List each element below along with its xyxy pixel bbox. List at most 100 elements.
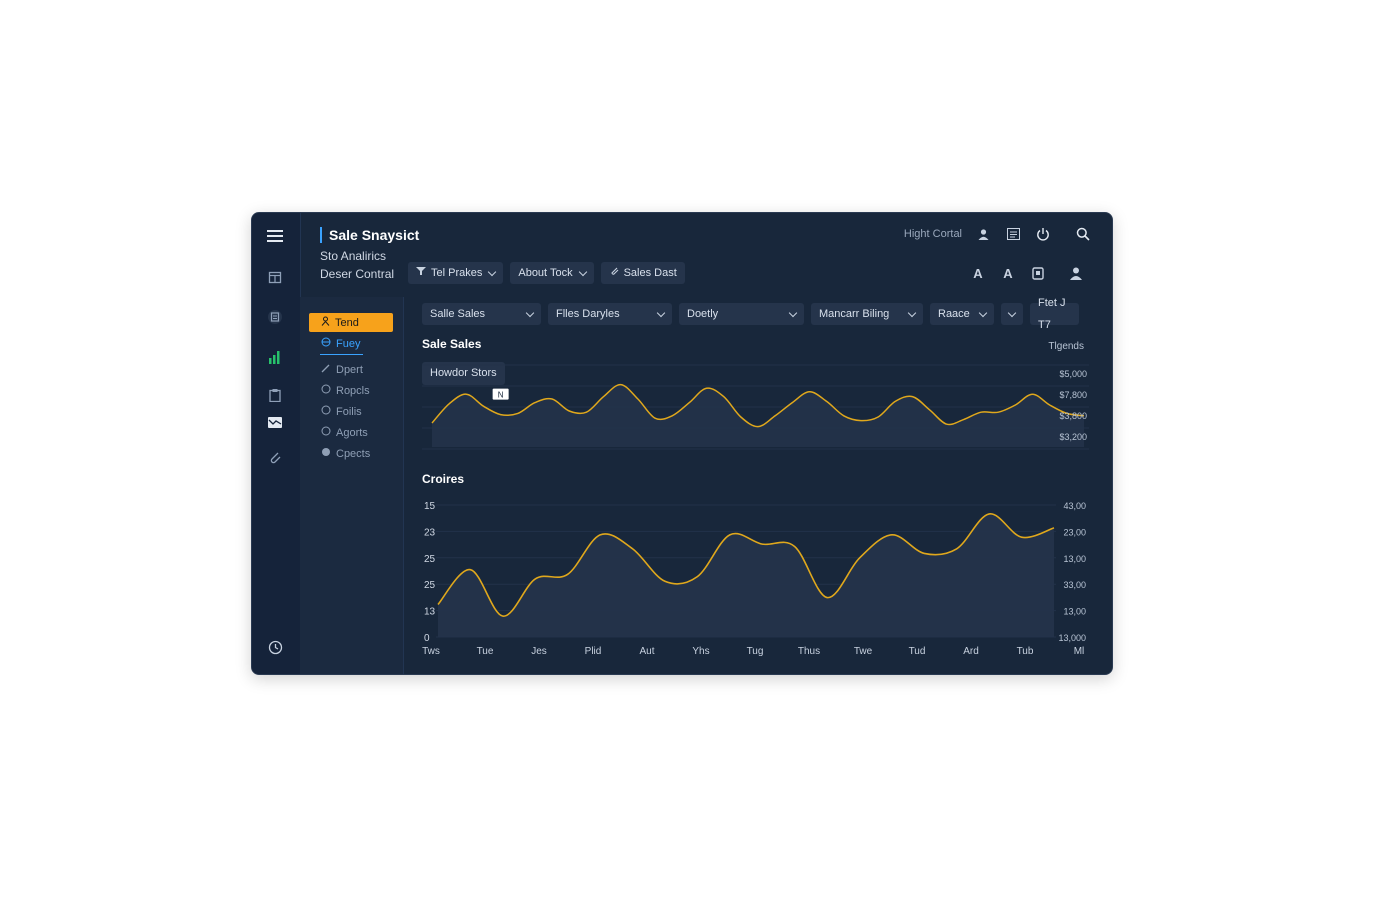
- chart-title-croires: Croires: [422, 472, 465, 486]
- nav-label: Fuey: [336, 337, 361, 350]
- y-tick-label-left: 25: [424, 580, 436, 591]
- y-tick-label-right: 13,000: [1058, 633, 1086, 643]
- x-tick-label: Jes: [531, 646, 547, 657]
- filter-select-mancarr-biling[interactable]: Mancarr Biling: [811, 303, 923, 325]
- nav-item-ropcls[interactable]: Ropcls: [309, 381, 393, 400]
- bar-chart-icon[interactable]: [264, 346, 286, 368]
- filter-select-raace[interactable]: Raace: [930, 303, 994, 325]
- header: Sale Snaysict Sto Analirics Deser Contra…: [300, 213, 1112, 297]
- user-icon: [321, 316, 330, 329]
- nav-label: Agorts: [336, 426, 368, 439]
- document-icon[interactable]: [264, 306, 286, 328]
- select-value: Raace: [938, 308, 970, 320]
- side-navigation: Tend Fuey Dpert Ropcls Foilis Agorts Cpe…: [300, 297, 404, 674]
- y-tick-label-left: 0: [424, 633, 430, 644]
- about-tock-dropdown[interactable]: About Tock: [510, 262, 594, 284]
- high-contrast-toggle[interactable]: Hight Cortal: [904, 228, 962, 240]
- header-right-controls: Hight Cortal: [904, 225, 1092, 243]
- y-tick-label-left: 13: [424, 607, 436, 618]
- nav-label: Cpects: [336, 447, 371, 460]
- x-tick-label: Tub: [1017, 646, 1034, 657]
- box-icon[interactable]: [264, 266, 286, 288]
- x-tick-label: Yhs: [692, 646, 709, 657]
- header-button-group: Tel Prakes About Tock Sales Dast: [408, 262, 685, 284]
- nav-label: Dpert: [336, 363, 363, 376]
- nav-label: Ropcls: [336, 384, 370, 397]
- menu-icon[interactable]: [264, 225, 286, 247]
- croires-chart: 15 23 25 25 13 0 43,00 23,00 13,00 33,00 13,00 13,0…: [422, 501, 1086, 657]
- x-tick-label: Tws: [422, 646, 440, 657]
- filter-date-button[interactable]: Ftet J T7: [1030, 297, 1079, 331]
- clock-icon[interactable]: [264, 636, 286, 658]
- nav-item-cpects[interactable]: Cpects: [309, 444, 393, 463]
- globe-icon: [321, 337, 331, 350]
- paperclip-icon[interactable]: [264, 446, 286, 468]
- select-value: Mancarr Biling: [819, 308, 890, 320]
- nav-item-dpert[interactable]: Dpert: [309, 360, 393, 379]
- chevron-down-icon: [788, 308, 798, 317]
- nav-label: Tend: [335, 316, 359, 329]
- user-icon[interactable]: [974, 225, 992, 243]
- profile-icon[interactable]: [1068, 264, 1084, 282]
- filter-select-salle-sales[interactable]: Salle Sales: [422, 303, 541, 325]
- x-tick-label: Tue: [477, 646, 494, 657]
- main-content: Salle Sales Flles Daryles Doetly Mancarr…: [404, 297, 1112, 674]
- x-tick-label: Twe: [854, 646, 873, 657]
- filter-select-flles-daryles[interactable]: Flles Daryles: [548, 303, 672, 325]
- chart-title-sale-sales: Sale Sales: [422, 337, 482, 351]
- chevron-down-icon: [907, 308, 917, 317]
- nav-item-agorts[interactable]: Agorts: [309, 423, 393, 442]
- y-tick-label: $3,200: [1059, 432, 1087, 442]
- filter-icon: [416, 262, 426, 284]
- select-value: Ftet J T7: [1038, 297, 1066, 331]
- app-window: Sale Snaysict Sto Analirics Deser Contra…: [251, 212, 1113, 675]
- power-icon[interactable]: [1034, 225, 1052, 243]
- nav-item-fuey[interactable]: Fuey: [309, 334, 393, 353]
- data-marker-label: N: [498, 391, 504, 400]
- app-title: Sale Snaysict: [320, 227, 419, 243]
- sales-dast-button[interactable]: Sales Dast: [600, 262, 685, 284]
- button-label: Sales Dast: [623, 267, 677, 279]
- chevron-down-icon: [656, 308, 666, 317]
- croires-area-fill: [438, 513, 1054, 637]
- font-size-small[interactable]: A: [970, 264, 986, 282]
- y-tick-label-right: 43,00: [1063, 501, 1086, 511]
- sale-sales-area-fill: [432, 384, 1084, 447]
- link-icon: [609, 262, 619, 284]
- icon-rail: [252, 213, 301, 674]
- app-subtitle-secondary: Deser Contral: [320, 267, 395, 281]
- select-value: Flles Daryles: [556, 308, 620, 320]
- y-tick-label-right: 13,00: [1063, 554, 1086, 564]
- mail-icon[interactable]: [264, 411, 286, 433]
- nav-selected-underline: [320, 354, 363, 355]
- x-tick-label: Ml: [1074, 646, 1085, 657]
- y-tick-label: $3,800: [1059, 411, 1087, 421]
- button-label: About Tock: [518, 267, 573, 279]
- x-tick-label: Aut: [639, 646, 654, 657]
- list-icon[interactable]: [1004, 225, 1022, 243]
- nav-label: Foilis: [336, 405, 362, 418]
- shield-icon[interactable]: [1030, 264, 1046, 282]
- filter-select-doetly[interactable]: Doetly: [679, 303, 804, 325]
- y-tick-label: $5,000: [1059, 369, 1087, 379]
- font-size-large[interactable]: A: [1000, 264, 1016, 282]
- chart-legend-label: Tlgends: [1048, 341, 1084, 352]
- chevron-down-icon: [488, 267, 497, 276]
- y-tick-label-left: 25: [424, 554, 436, 565]
- circle-icon: [321, 384, 331, 397]
- tel-prakes-dropdown[interactable]: Tel Prakes: [408, 262, 504, 284]
- filter-select-extra[interactable]: [1001, 303, 1023, 325]
- nav-item-tend[interactable]: Tend: [309, 313, 393, 332]
- search-icon[interactable]: [1074, 225, 1092, 243]
- circle-icon: [321, 426, 331, 439]
- y-tick-label-left: 23: [424, 527, 436, 538]
- nav-item-foilis[interactable]: Foilis: [309, 402, 393, 421]
- y-tick-label: $7,800: [1059, 390, 1087, 400]
- clipboard-icon[interactable]: [264, 384, 286, 406]
- chevron-down-icon: [978, 308, 988, 317]
- x-tick-label: Ard: [963, 646, 979, 657]
- x-tick-label: Tud: [909, 646, 926, 657]
- circle-icon: [321, 447, 331, 460]
- chevron-down-icon: [1007, 308, 1017, 317]
- text-size-controls: A A: [970, 264, 1084, 282]
